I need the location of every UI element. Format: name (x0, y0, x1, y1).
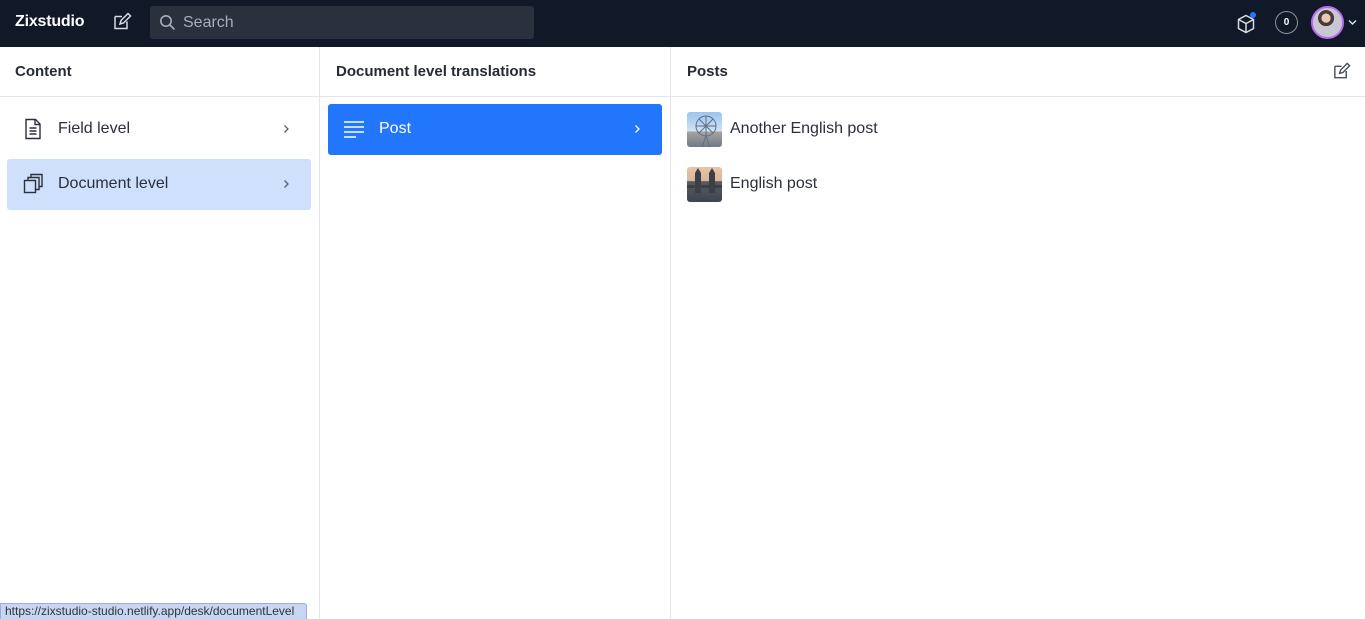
posts-pane: Posts Another English post English post (671, 47, 1365, 619)
content-pane-header: Content (0, 47, 319, 97)
search-icon (160, 15, 176, 31)
brand-logo[interactable]: Zixstudio (15, 13, 85, 31)
changes-button[interactable] (1234, 11, 1258, 35)
tower-bridge-thumbnail (687, 167, 722, 202)
user-avatar[interactable] (1311, 6, 1344, 39)
item-label: Field level (58, 120, 131, 137)
item-label: Document level (58, 175, 169, 192)
list-item-field-level[interactable]: Field level (7, 104, 311, 155)
content-pane: Content Field level Document level (0, 47, 320, 619)
search-input[interactable] (183, 6, 523, 39)
status-bar-url: https://zixstudio-studio.netlify.app/des… (0, 603, 307, 619)
pane-title: Posts (687, 63, 728, 80)
compose-icon (114, 12, 132, 30)
text-lines-icon (344, 121, 364, 138)
document-icon (25, 118, 41, 140)
translations-pane-header: Document level translations (320, 47, 670, 97)
item-label: Another English post (730, 120, 878, 137)
pane-title: Content (15, 63, 72, 80)
top-navbar: Zixstudio 0 (0, 0, 1365, 47)
chevron-right-icon (284, 125, 289, 133)
pane-title: Document level translations (336, 63, 537, 80)
update-indicator-dot (1250, 12, 1256, 18)
posts-pane-header: Posts (671, 47, 1365, 97)
new-document-button[interactable] (110, 10, 134, 34)
ferris-wheel-thumbnail (687, 112, 722, 147)
translations-pane: Document level translations Post (320, 47, 671, 619)
chevron-right-icon (284, 180, 289, 188)
item-label: Post (379, 120, 412, 137)
chevron-down-icon[interactable] (1347, 17, 1358, 28)
search-bar[interactable] (150, 6, 534, 39)
list-item-english-post[interactable]: English post (687, 167, 1347, 203)
item-label: English post (730, 175, 818, 192)
copy-icon (23, 173, 43, 194)
list-item-another-english-post[interactable]: Another English post (687, 112, 1347, 148)
presence-count-badge[interactable]: 0 (1275, 11, 1298, 34)
list-item-document-level[interactable]: Document level (7, 159, 311, 210)
list-item-post[interactable]: Post (328, 104, 662, 155)
chevron-right-icon (635, 125, 640, 133)
compose-icon[interactable] (1332, 62, 1351, 81)
